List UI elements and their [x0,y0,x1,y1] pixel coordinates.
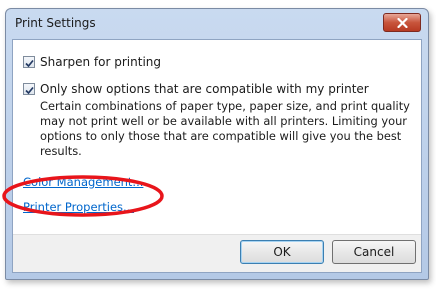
sharpen-checkbox[interactable] [23,56,35,68]
close-button[interactable] [383,13,421,32]
printer-properties-link[interactable]: Printer Properties... [23,200,134,214]
compatible-option[interactable]: Only show options that are compatible wi… [23,82,369,96]
compatible-checkbox[interactable] [23,83,35,95]
sharpen-label[interactable]: Sharpen for printing [40,55,161,69]
dialog-title: Print Settings [15,16,96,30]
cancel-button[interactable]: Cancel [332,240,416,264]
compatibility-description: Certain combinations of paper type, pape… [40,99,410,158]
checkmark-icon [24,53,34,72]
sharpen-option[interactable]: Sharpen for printing [23,55,161,69]
dialog-content: Sharpen for printing Only show options t… [12,39,422,273]
title-bar[interactable]: Print Settings [6,9,428,39]
checkmark-icon [24,80,34,99]
compatible-label[interactable]: Only show options that are compatible wi… [40,82,369,96]
button-bar: OK Cancel [13,234,421,272]
print-settings-dialog: Print Settings Sharpen for printing Only… [5,8,429,280]
ok-button[interactable]: OK [240,240,324,264]
close-icon [396,13,408,32]
color-management-link[interactable]: Color Management... [23,175,143,189]
